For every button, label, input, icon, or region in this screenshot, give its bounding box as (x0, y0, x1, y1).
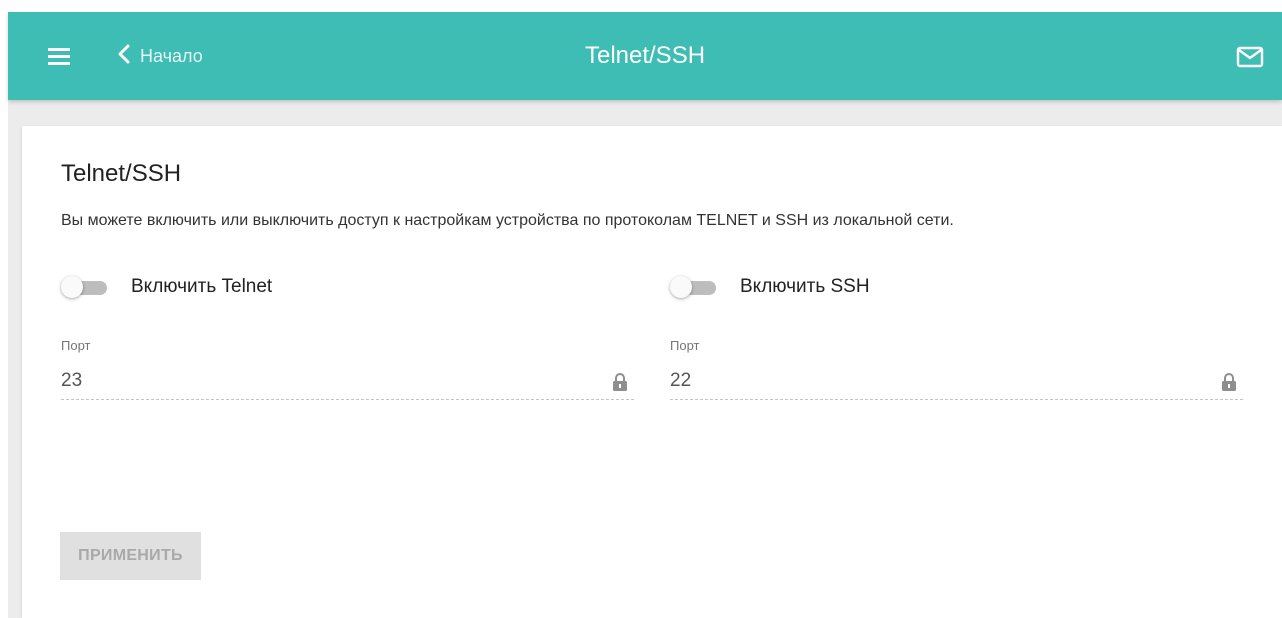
telnet-toggle-label: Включить Telnet (131, 276, 273, 297)
toggle-thumb (670, 276, 692, 298)
ssh-toggle-row[interactable]: Включить SSH (670, 276, 870, 298)
section-title: Telnet/SSH (61, 160, 182, 187)
telnet-toggle-row[interactable]: Включить Telnet (61, 276, 272, 298)
lock-icon (1221, 372, 1237, 392)
envelope-icon[interactable] (1236, 46, 1264, 68)
hamburger-menu-icon[interactable] (48, 46, 72, 66)
back-link[interactable]: Начало (118, 43, 203, 69)
telnet-port-input[interactable]: 23 (61, 367, 634, 400)
ssh-port-label: Порт (670, 338, 700, 353)
ssh-port-input[interactable]: 22 (670, 367, 1243, 400)
ssh-toggle-switch[interactable] (670, 276, 716, 298)
section-description: Вы можете включить или выключить доступ … (61, 212, 954, 229)
telnet-toggle-switch[interactable] (61, 276, 107, 298)
ssh-port-field: Порт 22 (670, 338, 1243, 400)
back-link-label: Начало (140, 45, 203, 66)
toggle-thumb (61, 276, 83, 298)
telnet-port-field: Порт 23 (61, 338, 634, 400)
telnet-port-label: Порт (61, 338, 91, 353)
chevron-left-icon (118, 44, 140, 69)
telnet-port-value: 23 (61, 370, 83, 391)
settings-card: Telnet/SSH Вы можете включить или выключ… (22, 126, 1282, 618)
lock-icon (612, 372, 628, 392)
ssh-port-value: 22 (670, 370, 692, 391)
ssh-toggle-label: Включить SSH (740, 276, 870, 297)
apply-button[interactable]: ПРИМЕНИТЬ (60, 532, 201, 580)
top-app-bar: Начало Telnet/SSH (8, 12, 1282, 100)
